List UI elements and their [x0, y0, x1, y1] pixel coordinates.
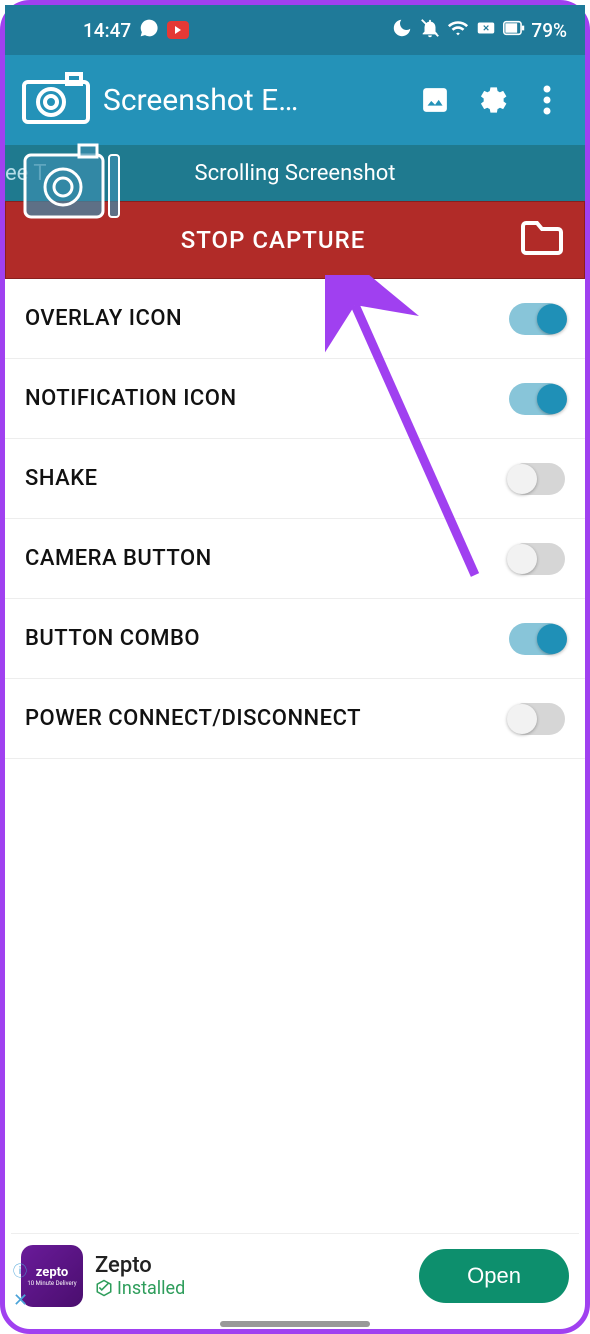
ad-open-button[interactable]: Open — [419, 1249, 569, 1303]
battery-icon — [503, 17, 525, 44]
settings-list: OVERLAY ICON NOTIFICATION ICON SHAKE CAMERA… — [5, 279, 585, 759]
setting-row[interactable]: CAMERA BUTTON — [5, 519, 585, 599]
setting-label: OVERLAY ICON — [25, 306, 509, 331]
setting-toggle[interactable] — [509, 703, 565, 735]
svg-text:✕: ✕ — [483, 23, 490, 33]
setting-toggle[interactable] — [509, 543, 565, 575]
folder-button[interactable] — [520, 220, 564, 260]
camera-logo-icon — [21, 70, 91, 130]
setting-label: BUTTON COMBO — [25, 626, 509, 651]
floating-capture-widget[interactable] — [23, 143, 123, 229]
settings-button[interactable] — [469, 78, 513, 122]
app-bar: Screenshot E… — [5, 55, 585, 145]
ad-info-icon[interactable]: ⓘ — [13, 1261, 27, 1281]
gallery-button[interactable] — [413, 78, 457, 122]
ad-title: Zepto — [95, 1253, 407, 1278]
ad-brand: zepto — [36, 1265, 68, 1280]
setting-toggle[interactable] — [509, 303, 565, 335]
ad-banner[interactable]: ⓘ ✕ zepto 10 Minute Delivery Zepto Insta… — [11, 1233, 579, 1317]
ad-app-icon: zepto 10 Minute Delivery — [21, 1245, 83, 1307]
whatsapp-icon — [139, 18, 159, 43]
app-title: Screenshot E… — [103, 83, 401, 118]
ad-tagline: 10 Minute Delivery — [27, 1280, 76, 1287]
setting-row[interactable]: BUTTON COMBO — [5, 599, 585, 679]
youtube-icon — [167, 21, 189, 39]
setting-label: POWER CONNECT/DISCONNECT — [25, 706, 509, 731]
setting-row[interactable]: OVERLAY ICON — [5, 279, 585, 359]
setting-label: SHAKE — [25, 466, 509, 491]
bell-off-icon — [419, 17, 441, 44]
setting-label: NOTIFICATION ICON — [25, 386, 509, 411]
setting-label: CAMERA BUTTON — [25, 546, 509, 571]
stop-capture-button[interactable]: STOP CAPTURE — [26, 226, 520, 254]
ad-close-icon[interactable]: ✕ — [13, 1290, 28, 1311]
setting-row[interactable]: NOTIFICATION ICON — [5, 359, 585, 439]
setting-toggle[interactable] — [509, 463, 565, 495]
home-indicator[interactable] — [220, 1321, 370, 1327]
setting-row[interactable]: SHAKE — [5, 439, 585, 519]
scrolling-screenshot-label: Scrolling Screenshot — [195, 161, 396, 186]
setting-row[interactable]: POWER CONNECT/DISCONNECT — [5, 679, 585, 759]
more-menu-button[interactable] — [525, 78, 569, 122]
setting-toggle[interactable] — [509, 623, 565, 655]
ad-status: Installed — [95, 1278, 407, 1299]
battery-percent: 79% — [531, 19, 567, 42]
status-bar: 14:47 ✕ 79% — [5, 5, 585, 55]
status-time: 14:47 — [83, 19, 131, 42]
setting-toggle[interactable] — [509, 383, 565, 415]
signal-icon: ✕ — [475, 17, 497, 44]
wifi-icon — [447, 17, 469, 44]
dnd-moon-icon — [391, 17, 413, 44]
